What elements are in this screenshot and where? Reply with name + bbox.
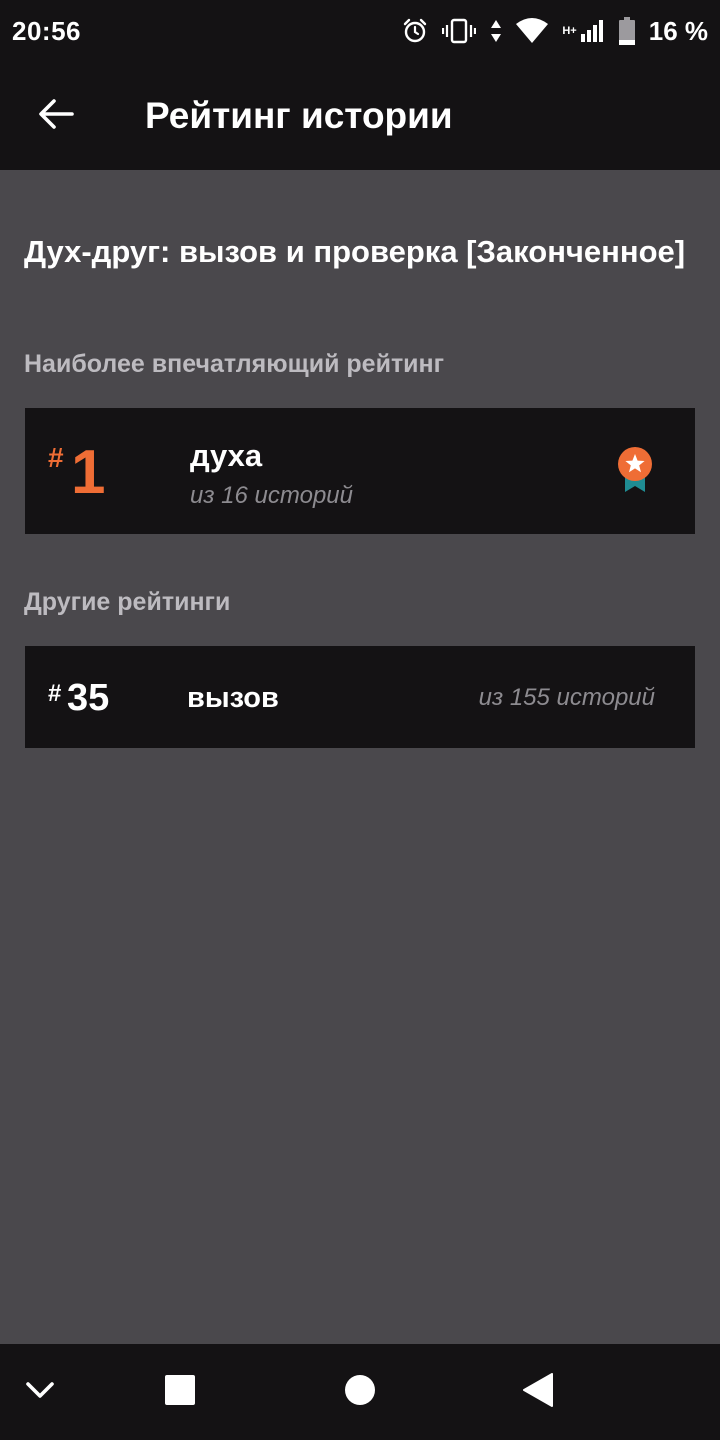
medal-icon <box>615 446 655 499</box>
screen: 20:56 H+ 16 % Рейтинг истории Дух-друг: … <box>0 0 720 1440</box>
recents-square-icon <box>165 1374 195 1410</box>
rank-hash: # <box>48 680 62 707</box>
battery-icon <box>618 17 635 45</box>
battery-percentage: 16 % <box>648 15 708 46</box>
rank-number: 35 <box>67 677 110 719</box>
home-circle-icon <box>345 1374 375 1410</box>
data-arrows-icon <box>490 19 502 43</box>
ranking-card[interactable]: # 35 вызов из 155 историй <box>25 646 695 748</box>
rank-of-total: из 155 историй <box>478 684 655 711</box>
top-ranking-label: Наиболее впечатляющий рейтинг <box>24 350 445 378</box>
network-type: H+ <box>562 25 577 37</box>
chevron-down-icon <box>25 1381 55 1404</box>
wifi-icon <box>516 18 549 44</box>
page-title: Рейтинг истории <box>145 95 453 136</box>
nav-home-button[interactable] <box>320 1344 400 1440</box>
nav-hide-button[interactable] <box>0 1344 80 1440</box>
nav-back-button[interactable] <box>498 1344 578 1440</box>
signal-icon <box>580 20 605 42</box>
status-icons: H+ 16 % <box>402 16 708 47</box>
navigation-bar <box>0 1344 720 1440</box>
alarm-icon <box>402 18 428 44</box>
rank-of-total: из 16 историй <box>190 482 353 509</box>
story-title: Дух-друг: вызов и проверка [Законченное] <box>24 234 686 269</box>
rank-hash: # <box>48 442 64 473</box>
other-rankings-label: Другие рейтинги <box>24 588 231 616</box>
status-time: 20:56 <box>12 15 81 46</box>
back-triangle-icon <box>523 1372 553 1412</box>
back-button[interactable] <box>0 62 112 170</box>
rank-tag: вызов <box>187 682 279 714</box>
rank-number: 1 <box>71 438 106 507</box>
status-bar: 20:56 H+ 16 % <box>0 0 720 62</box>
arrow-left-icon <box>38 98 74 135</box>
app-bar: Рейтинг истории <box>0 62 720 170</box>
nav-recents-button[interactable] <box>140 1344 220 1440</box>
rank-tag: духа <box>190 438 263 473</box>
top-ranking-card[interactable]: # 1 духа из 16 историй <box>25 408 695 534</box>
vibrate-icon <box>442 18 477 44</box>
